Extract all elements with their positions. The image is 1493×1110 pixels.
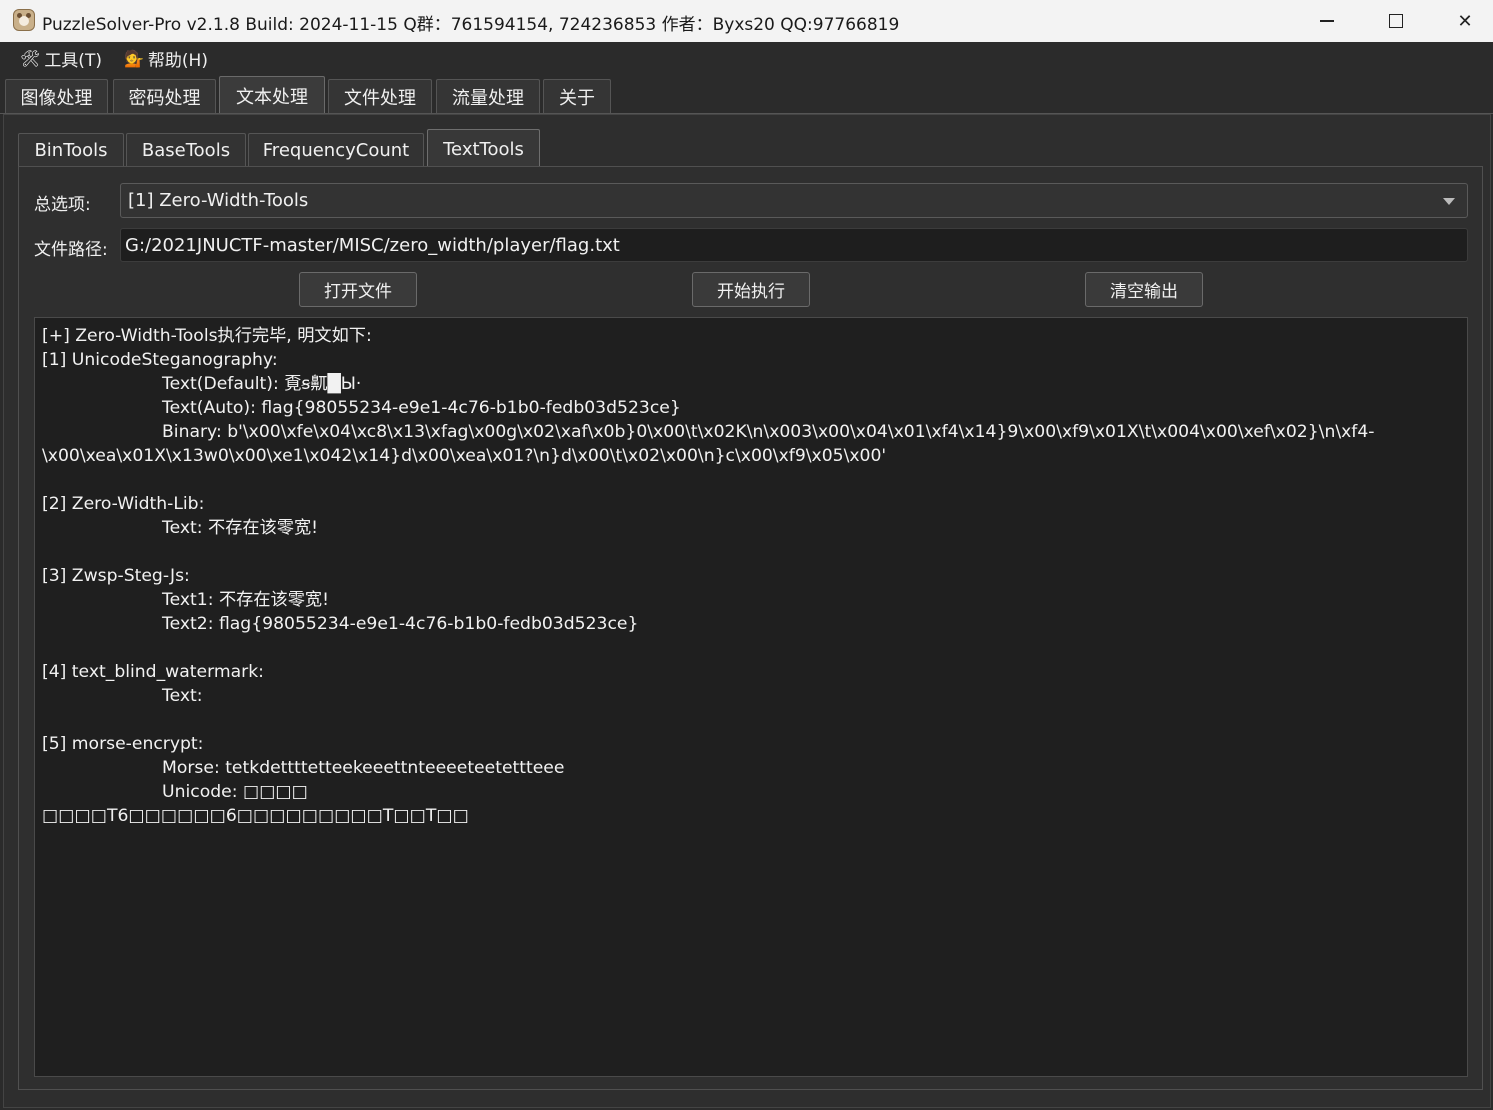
output-line: □□□□T6□□□□□□6□□□□□□□□□T□□T□□	[42, 806, 469, 826]
output-line: Text: 不存在该零宽!	[162, 518, 319, 538]
window-title: PuzzleSolver-Pro v2.1.8 Build: 2024-11-1…	[42, 15, 900, 35]
subtab-texttools[interactable]: TextTools	[427, 129, 540, 168]
output-line: Text2: flag{98055234-e9e1-4c76-b1b0-fedb…	[162, 614, 639, 634]
tab-traffic-processing[interactable]: 流量处理	[436, 79, 540, 114]
menu-tools-label: 工具(T)	[44, 50, 102, 71]
output-line: [4] text_blind_watermark:	[42, 662, 264, 682]
output-line: [3] Zwsp-Steg-Js:	[42, 566, 190, 586]
output-line: [+] Zero-Width-Tools执行完毕, 明文如下:	[42, 326, 372, 346]
maximize-button[interactable]	[1361, 0, 1431, 42]
path-label: 文件路径:	[34, 240, 108, 260]
file-path-input[interactable]	[120, 228, 1468, 262]
output-line: Text(Auto): flag{98055234-e9e1-4c76-b1b0…	[162, 398, 681, 418]
clear-output-button[interactable]: 清空输出	[1085, 272, 1203, 307]
option-label: 总选项:	[34, 195, 91, 215]
option-select-value: [1] Zero-Width-Tools	[128, 190, 309, 211]
close-icon: ✕	[1457, 10, 1473, 32]
tab-about[interactable]: 关于	[543, 79, 611, 114]
menu-help-label: 帮助(H)	[147, 50, 208, 71]
run-button[interactable]: 开始执行	[692, 272, 810, 307]
output-line: [1] UnicodeSteganography:	[42, 350, 278, 370]
tab-image-processing[interactable]: 图像处理	[5, 79, 108, 114]
menu-help[interactable]: 💁 帮助(H)	[118, 42, 214, 74]
tab-file-processing[interactable]: 文件处理	[328, 79, 432, 114]
help-icon: 💁	[124, 48, 144, 68]
minimize-button[interactable]	[1292, 0, 1362, 42]
subtab-frequencycount[interactable]: FrequencyCount	[248, 133, 424, 167]
output-line: Text(Default): 覔ꞩ鼿█Ы·	[162, 374, 362, 394]
subtab-bintools[interactable]: BinTools	[18, 133, 124, 167]
output-line: Binary: b'\x00\xfe\x04\xc8\x13\xfag\x00g…	[162, 422, 1375, 442]
tab-crypto-processing[interactable]: 密码处理	[113, 79, 216, 114]
main-tab-bar: 图像处理 密码处理 文本处理 文件处理 流量处理 关于	[0, 74, 1493, 115]
menu-bar: 🛠 工具(T) 💁 帮助(H)	[0, 42, 1493, 74]
output-line: [5] morse-encrypt:	[42, 734, 204, 754]
title-bar: PuzzleSolver-Pro v2.1.8 Build: 2024-11-1…	[0, 0, 1493, 42]
output-line: Text:	[162, 686, 203, 706]
output-textarea[interactable]: [+] Zero-Width-Tools执行完毕, 明文如下: [1] Unico…	[34, 317, 1468, 1077]
output-line: Morse: tetkdettttetteekeeettnteeeeteetet…	[162, 758, 565, 778]
option-select[interactable]: [1] Zero-Width-Tools	[120, 183, 1468, 218]
output-line: Unicode: □□□□	[162, 782, 308, 802]
tab-text-processing[interactable]: 文本处理	[219, 76, 325, 115]
open-file-button[interactable]: 打开文件	[299, 272, 417, 307]
minimize-icon	[1320, 20, 1334, 22]
chevron-down-icon	[1443, 198, 1455, 205]
output-line: \x00\xea\x01X\x13w0\x00\xe1\x042\x14}d\x…	[42, 446, 887, 466]
app-logo-icon	[13, 9, 35, 31]
subtab-basetools[interactable]: BaseTools	[126, 133, 246, 167]
menu-tools[interactable]: 🛠 工具(T)	[14, 42, 108, 74]
output-line: Text1: 不存在该零宽!	[162, 590, 329, 610]
output-line: [2] Zero-Width-Lib:	[42, 494, 205, 514]
maximize-icon	[1389, 14, 1403, 28]
tools-icon: 🛠	[20, 48, 41, 68]
close-button[interactable]: ✕	[1430, 0, 1493, 42]
